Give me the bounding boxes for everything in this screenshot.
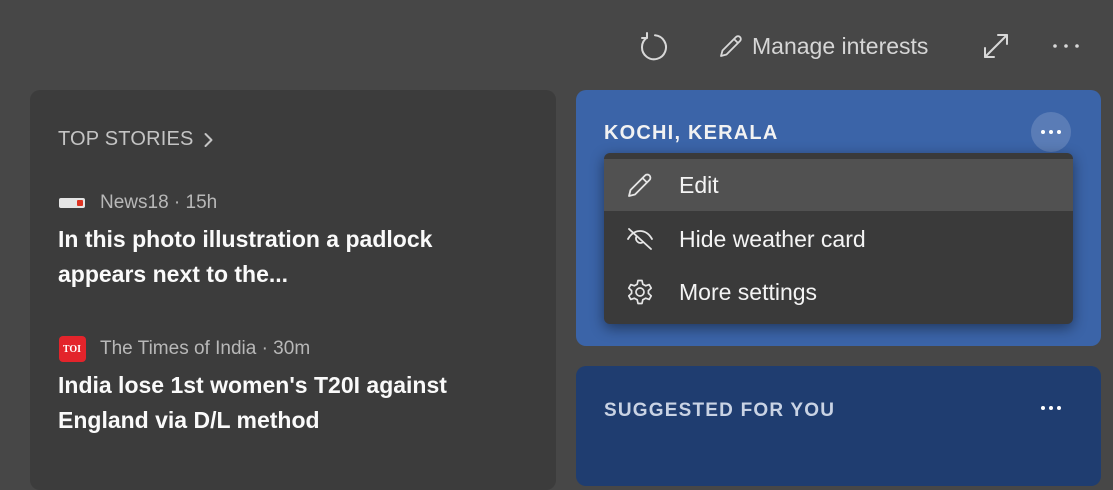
expand-icon: [984, 34, 1008, 58]
chevron-right-icon: [204, 132, 213, 147]
more-horizontal-icon: [1053, 44, 1079, 48]
story-source-row: News18 · 15h: [58, 190, 518, 216]
menu-item-label: Edit: [679, 171, 719, 198]
menu-item-label: Hide weather card: [679, 225, 866, 252]
story-item[interactable]: TOI The Times of India · 30m India lose …: [58, 336, 518, 438]
top-toolbar: Manage interests: [0, 22, 1113, 70]
manage-interests-label: Manage interests: [752, 32, 929, 59]
more-options-button[interactable]: [1050, 22, 1082, 70]
refresh-icon: [640, 32, 667, 61]
top-stories-card: TOP STORIES News18 · 15h In this photo i…: [30, 90, 556, 490]
pencil-icon: [622, 171, 658, 199]
toi-logo: TOI: [58, 336, 86, 362]
top-stories-header-link[interactable]: TOP STORIES: [58, 128, 213, 151]
weather-context-menu: Edit Hide weather card More settings: [604, 153, 1073, 324]
menu-item-edit[interactable]: Edit: [604, 159, 1073, 211]
story-source-row: TOI The Times of India · 30m: [58, 336, 518, 362]
suggested-title: SUGGESTED FOR YOU: [604, 400, 836, 421]
weather-location: KOCHI, KERALA: [604, 122, 779, 144]
suggested-more-button[interactable]: [1036, 396, 1066, 420]
story-headline: In this photo illustration a padlock app…: [58, 226, 433, 287]
eye-off-icon: [622, 227, 658, 251]
story-source: News18 · 15h: [100, 192, 218, 213]
refresh-button[interactable]: [634, 22, 670, 70]
menu-item-hide-weather-card[interactable]: Hide weather card: [604, 213, 1073, 265]
news18-logo: [58, 190, 86, 216]
story-item[interactable]: News18 · 15h In this photo illustration …: [58, 190, 518, 292]
story-headline: India lose 1st women's T20I against Engl…: [58, 372, 447, 433]
manage-interests-button[interactable]: Manage interests: [718, 22, 928, 70]
story-source: The Times of India · 30m: [100, 338, 311, 359]
menu-item-more-settings[interactable]: More settings: [604, 266, 1073, 318]
suggested-card[interactable]: SUGGESTED FOR YOU: [576, 366, 1101, 486]
gear-icon: [622, 278, 658, 306]
pencil-icon: [720, 35, 742, 57]
expand-button[interactable]: [978, 22, 1014, 70]
top-stories-title: TOP STORIES: [58, 128, 194, 150]
more-horizontal-icon: [1041, 130, 1061, 134]
weather-more-button[interactable]: [1031, 112, 1071, 152]
more-horizontal-icon: [1041, 406, 1061, 410]
menu-item-label: More settings: [679, 278, 818, 305]
